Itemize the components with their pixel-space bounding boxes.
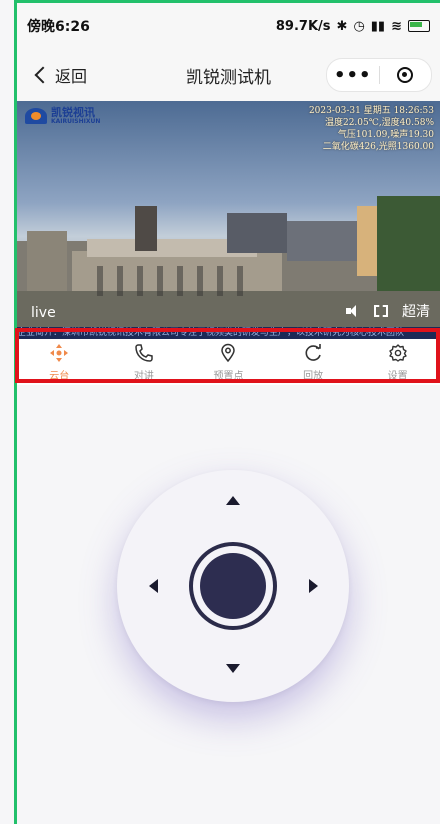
- quality-toggle[interactable]: 超清: [402, 301, 430, 321]
- tab-label: 设置: [387, 370, 408, 382]
- osd-line: 气压101.09,噪声19.30: [337, 130, 434, 140]
- tab-label: 预置点: [213, 370, 244, 382]
- osd-line: 2023-03-31 星期五 18:26:53: [308, 106, 434, 116]
- logo-text-cn: 凯锐视讯: [51, 106, 95, 119]
- video-controls: 超清: [346, 301, 430, 321]
- video-osd-overlay: 2023-03-31 星期五 18:26:53 温度22.05℃,湿度40.58…: [309, 105, 434, 153]
- status-indicators: 89.7K/s ✱ ◷ ▮▮ ≋: [276, 19, 430, 34]
- status-time: 傍晚6:26: [27, 19, 90, 35]
- tab-settings[interactable]: 设置: [355, 339, 440, 385]
- app-screen: 傍晚6:26 89.7K/s ✱ ◷ ▮▮ ≋ 返回 凯锐测试机 ••• 凯锐视…: [0, 0, 440, 824]
- replay-icon: [305, 343, 321, 361]
- osd-line: 二氧化碳426,光照1360.00: [322, 142, 434, 152]
- tab-intercom[interactable]: 对讲: [102, 339, 187, 385]
- scrolling-ticker: 企业简介：深圳市凯锐视讯技术有限公司专注于视频类的研发与生产，以技术研究为核心技…: [17, 327, 440, 339]
- osd-line: 温度22.05℃,湿度40.58%: [324, 118, 434, 128]
- live-video-player[interactable]: 凯锐视讯 KAIRUISHIXUN 2023-03-31 星期五 18:26:5…: [17, 101, 440, 327]
- control-tab-bar: 云台 对讲 预置点 回放 设置: [17, 339, 440, 385]
- joystick-core: [200, 553, 266, 619]
- nav-bar: 返回 凯锐测试机 •••: [17, 49, 440, 101]
- logo-icon: [25, 108, 47, 124]
- phone-icon: [135, 343, 153, 362]
- location-pin-icon: [221, 343, 236, 362]
- tab-playback[interactable]: 回放: [271, 339, 356, 385]
- pan-right-arrow-icon[interactable]: [309, 579, 318, 593]
- speaker-icon[interactable]: [346, 305, 360, 317]
- status-bar: 傍晚6:26 89.7K/s ✱ ◷ ▮▮ ≋: [17, 3, 440, 49]
- ptz-control-area: [17, 388, 440, 824]
- network-speed: 89.7K/s: [275, 18, 331, 34]
- logo-text-en: KAIRUISHIXUN: [51, 118, 101, 125]
- tab-label: 云台: [49, 370, 70, 382]
- bluetooth-icon: ✱: [336, 18, 348, 34]
- pan-left-arrow-icon[interactable]: [149, 579, 158, 593]
- tab-label: 回放: [303, 370, 324, 382]
- pan-up-arrow-icon[interactable]: [226, 496, 240, 505]
- joystick-knob[interactable]: [189, 542, 277, 630]
- ptz-icon: [50, 343, 69, 362]
- wifi-icon: ≋: [391, 18, 402, 34]
- signal-icon: ▮▮: [370, 18, 386, 34]
- direction-pad: [117, 470, 349, 702]
- close-miniprogram-button[interactable]: [380, 67, 432, 83]
- brand-logo: 凯锐视讯 KAIRUISHIXUN: [25, 107, 100, 125]
- live-label: live: [31, 305, 56, 321]
- target-icon: [397, 67, 414, 83]
- pan-down-arrow-icon[interactable]: [226, 664, 240, 673]
- fullscreen-icon[interactable]: [374, 305, 388, 317]
- battery-icon: [408, 20, 430, 32]
- tab-label: 对讲: [133, 370, 154, 382]
- miniprogram-capsule: •••: [326, 58, 432, 92]
- tab-preset[interactable]: 预置点: [186, 339, 271, 385]
- tab-ptz[interactable]: 云台: [17, 339, 102, 385]
- alarm-icon: ◷: [353, 18, 365, 34]
- more-menu-button[interactable]: •••: [327, 65, 379, 86]
- gear-icon: [388, 343, 407, 362]
